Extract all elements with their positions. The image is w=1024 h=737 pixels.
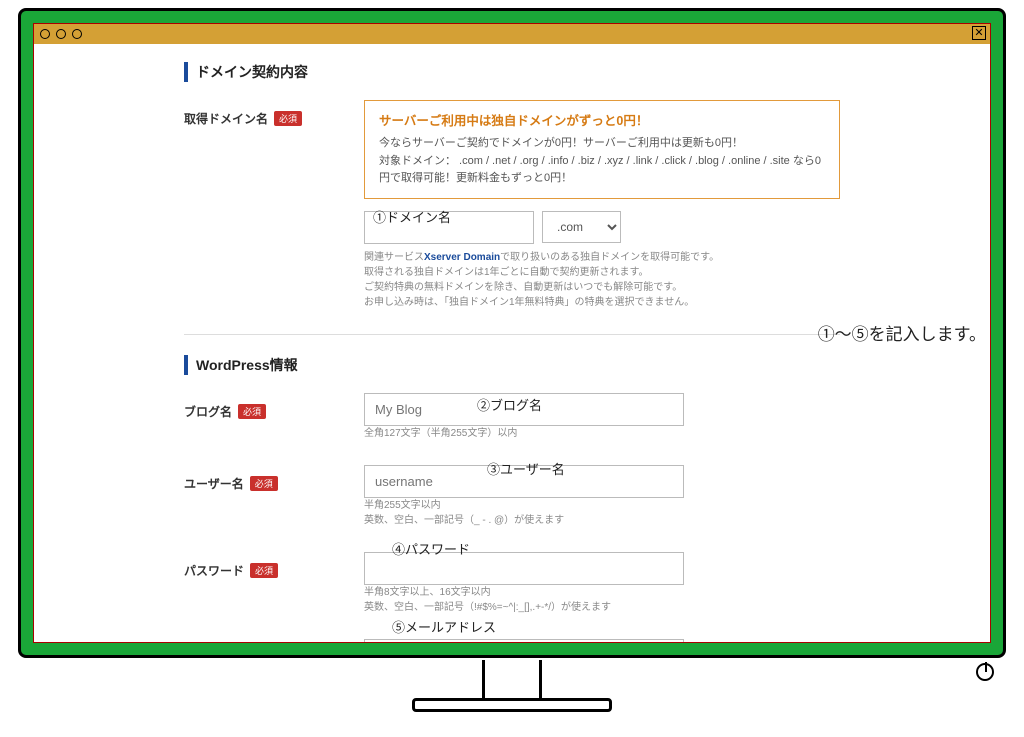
monitor-stand: [412, 690, 612, 730]
annotation-main: ①〜⑤を記入します。: [818, 320, 986, 345]
xserver-domain-link[interactable]: Xserver Domain: [424, 252, 500, 263]
label-user: ユーザー名 必須: [184, 465, 364, 492]
required-badge: 必須: [250, 563, 278, 578]
user-note: 半角255文字以内 英数、空白、一部記号（_ - . @）が使えます: [364, 498, 840, 528]
control-domain: サーバーご利用中は独自ドメインがずっと0円！ 今ならサーバーご契約でドメインが0…: [364, 100, 840, 310]
blog-note: 全角127文字（半角255文字）以内: [364, 426, 840, 441]
traffic-lights: [40, 29, 82, 39]
separator: [184, 334, 840, 335]
promo-box: サーバーご利用中は独自ドメインがずっと0円！ 今ならサーバーご契約でドメインが0…: [364, 100, 840, 199]
power-button-icon: [976, 663, 994, 681]
row-email: メールアドレス 必須: [184, 639, 840, 642]
row-blog: ブログ名 必須 全角127文字（半角255文字）以内: [184, 393, 840, 441]
password-note: 半角8文字以上、16文字以内 英数、空白、一部記号（!#$%=~^|:_[],.…: [364, 585, 840, 615]
traffic-dot[interactable]: [72, 29, 82, 39]
username-input[interactable]: [364, 465, 684, 498]
label-domain-text: 取得ドメイン名: [184, 110, 268, 127]
section-title-domain: ドメイン契約内容: [184, 62, 840, 82]
row-domain: 取得ドメイン名 必須 サーバーご利用中は独自ドメインがずっと0円！ 今ならサーバ…: [184, 100, 840, 310]
label-password-text: パスワード: [184, 562, 244, 579]
password-input[interactable]: [364, 552, 684, 585]
traffic-dot[interactable]: [40, 29, 50, 39]
window-titlebar: ✕: [34, 24, 990, 44]
label-blog: ブログ名 必須: [184, 393, 364, 420]
row-password: パスワード 必須 半角8文字以上、16文字以内 英数、空白、一部記号（!#$%=…: [184, 552, 840, 615]
email-input[interactable]: [364, 639, 684, 642]
required-badge: 必須: [238, 404, 266, 419]
promo-line: 対象ドメイン： .com / .net / .org / .info / .bi…: [379, 153, 825, 188]
domain-note: 関連サービスXserver Domainで取り扱いのある独自ドメインを取得可能で…: [364, 250, 840, 310]
required-badge: 必須: [250, 476, 278, 491]
label-email: メールアドレス 必須: [184, 639, 364, 642]
required-badge: 必須: [274, 111, 302, 126]
label-blog-text: ブログ名: [184, 403, 232, 420]
domain-input[interactable]: [364, 211, 534, 244]
tld-select[interactable]: .com: [542, 211, 621, 243]
label-domain: 取得ドメイン名 必須: [184, 100, 364, 127]
traffic-dot[interactable]: [56, 29, 66, 39]
blog-name-input[interactable]: [364, 393, 684, 426]
promo-headline: サーバーご利用中は独自ドメインがずっと0円！: [379, 111, 825, 131]
close-icon[interactable]: ✕: [972, 26, 986, 40]
label-password: パスワード 必須: [184, 552, 364, 579]
section-title-wordpress: WordPress情報: [184, 355, 840, 375]
promo-line: 今ならサーバーご契約でドメインが0円！サーバーご利用中は更新も0円！: [379, 135, 825, 153]
label-user-text: ユーザー名: [184, 475, 244, 492]
row-user: ユーザー名 必須 半角255文字以内 英数、空白、一部記号（_ - . @）が使…: [184, 465, 840, 528]
